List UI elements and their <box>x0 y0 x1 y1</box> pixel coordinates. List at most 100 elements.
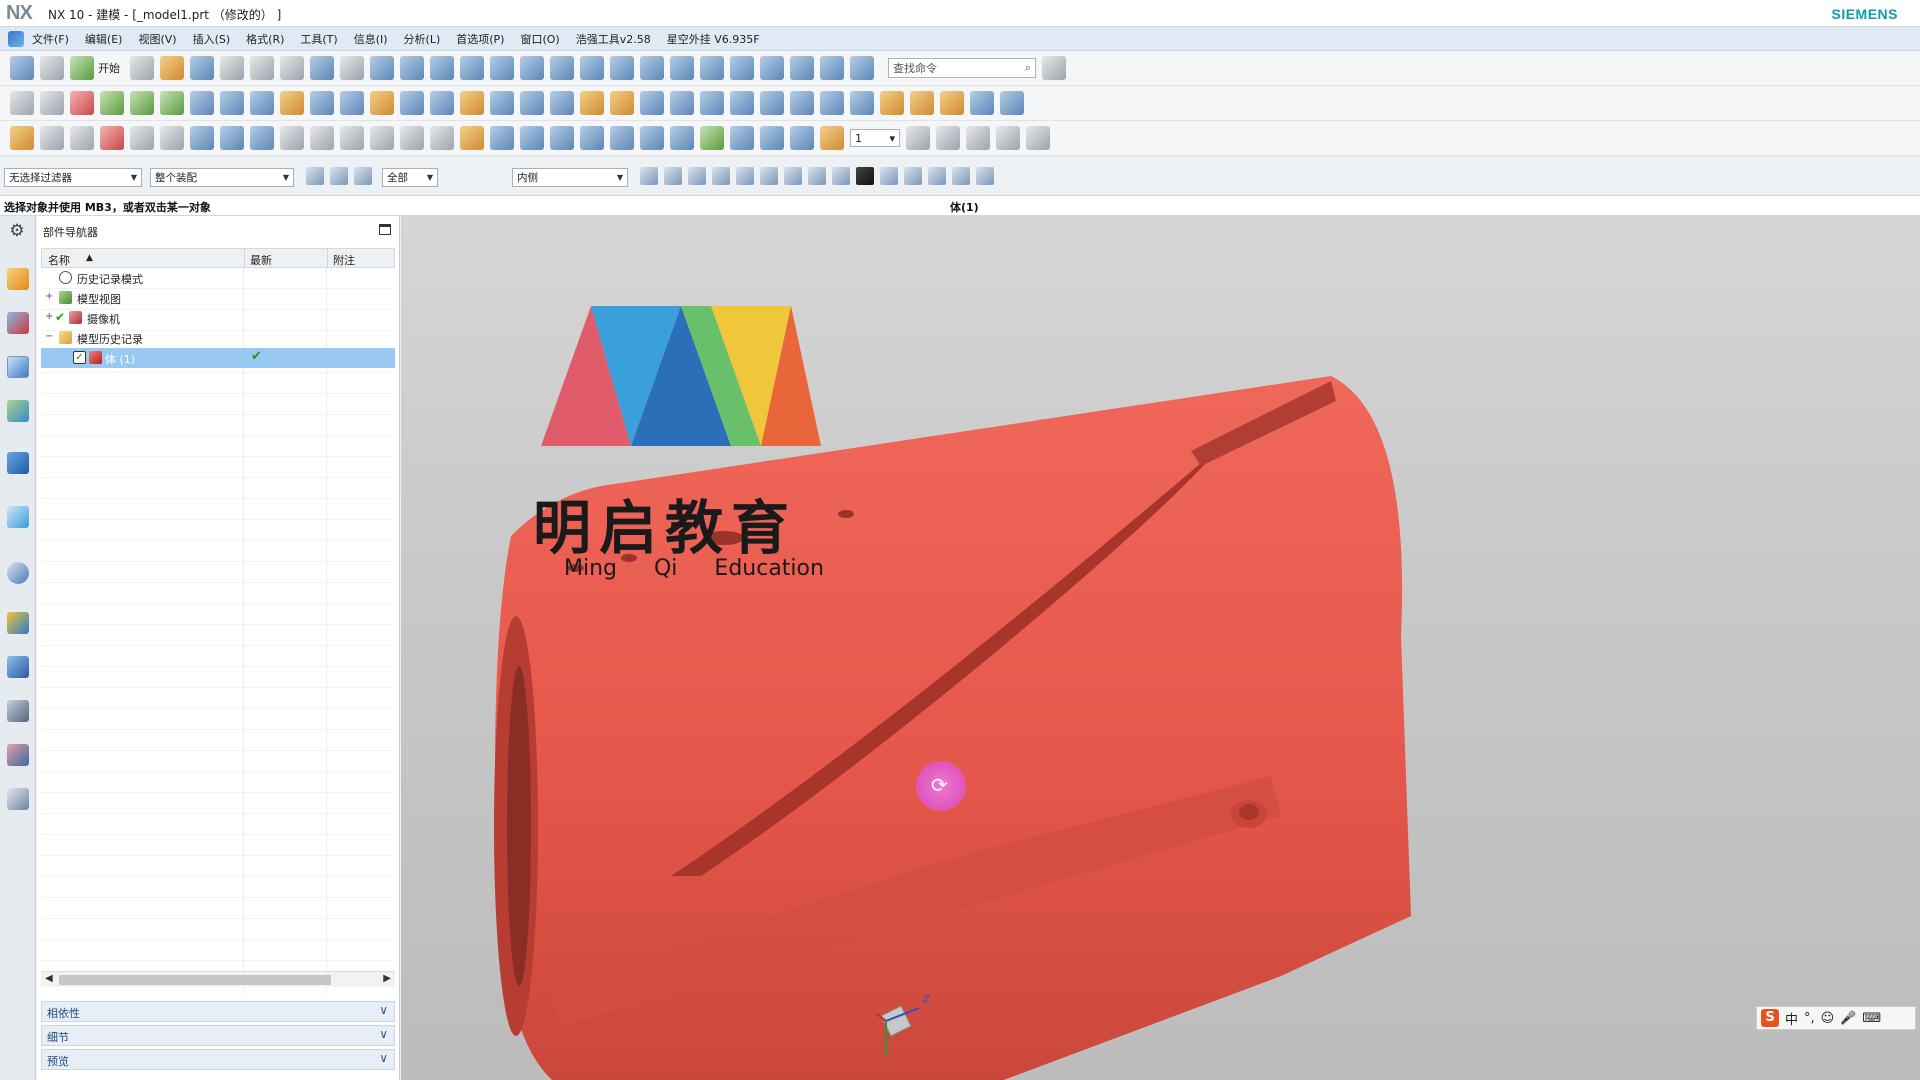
menu-window[interactable]: 窗口(O) <box>520 31 559 47</box>
roles-icon[interactable] <box>7 612 29 634</box>
menu-file[interactable]: 文件(F) <box>32 31 69 47</box>
snap-curve-icon[interactable] <box>928 167 946 185</box>
selection-scope-select[interactable]: 整个装配 ▼ <box>150 168 294 187</box>
mirror-icon[interactable] <box>610 91 634 115</box>
shaded-icon[interactable] <box>640 167 658 185</box>
start-button-label[interactable]: 开始 <box>98 60 120 76</box>
column-name[interactable]: 名称 <box>48 252 70 268</box>
search-icon[interactable] <box>1042 56 1066 80</box>
snap-mid-icon[interactable] <box>760 167 778 185</box>
column-latest[interactable]: 最新 <box>250 252 272 268</box>
ruler-icon[interactable] <box>790 56 814 80</box>
hole-icon[interactable] <box>130 91 154 115</box>
block-icon[interactable] <box>190 91 214 115</box>
snap-end-icon[interactable] <box>736 167 754 185</box>
work-layer-select[interactable]: 1 ▾ <box>850 129 900 147</box>
extrude-icon[interactable] <box>70 91 94 115</box>
trim-sheet-icon[interactable] <box>760 126 784 150</box>
constraint-navigator-icon[interactable] <box>7 312 29 334</box>
synchronous-3-icon[interactable] <box>940 91 964 115</box>
layout-icon[interactable] <box>40 56 64 80</box>
keyboard-icon[interactable]: ⌨ <box>1862 1011 1881 1026</box>
layer-settings-icon[interactable] <box>820 126 844 150</box>
menu-preferences[interactable]: 首选项(P) <box>456 31 504 47</box>
redo-icon[interactable] <box>340 56 364 80</box>
project-curve-icon[interactable] <box>340 126 364 150</box>
spline-icon[interactable] <box>220 126 244 150</box>
section-curve-icon[interactable] <box>490 126 514 150</box>
text-icon[interactable] <box>130 126 154 150</box>
expand-toggle[interactable]: + <box>45 311 53 322</box>
save-icon[interactable] <box>190 56 214 80</box>
snap-enable-icon[interactable] <box>712 167 730 185</box>
snap-intersect-icon[interactable] <box>808 167 826 185</box>
snap-existing-icon[interactable] <box>904 167 922 185</box>
align-2-icon[interactable] <box>850 56 874 80</box>
dependencies-panel[interactable]: 相依性 ∨ <box>41 1001 395 1022</box>
layer-icon[interactable] <box>790 126 814 150</box>
offset-icon[interactable] <box>640 91 664 115</box>
preview-panel[interactable]: 预览 ∨ <box>41 1049 395 1070</box>
tree-row-model-history[interactable]: − 模型历史记录 <box>41 328 395 348</box>
draft-icon[interactable] <box>490 91 514 115</box>
analysis-tool-icon[interactable] <box>730 56 754 80</box>
type-filter-select[interactable]: 无选择过滤器 ▼ <box>4 168 142 187</box>
cone-icon[interactable] <box>250 91 274 115</box>
curve-tool-7-icon[interactable] <box>610 56 634 80</box>
dimension-icon[interactable] <box>760 56 784 80</box>
sort-ascending-icon[interactable]: ▲ <box>86 253 93 263</box>
menu-insert[interactable]: 插入(S) <box>193 31 231 47</box>
tree-row-body-1[interactable]: ✓ 体 (1) ✔ <box>41 348 395 368</box>
column-note[interactable]: 附注 <box>333 252 355 268</box>
punctuation-icon[interactable]: °, <box>1804 1011 1815 1026</box>
extension-icon[interactable] <box>730 126 754 150</box>
scroll-left-icon[interactable]: ◀ <box>45 973 53 984</box>
curve-tool-2-icon[interactable] <box>460 56 484 80</box>
point-set-icon[interactable] <box>430 126 454 150</box>
trim-body-icon[interactable] <box>520 91 544 115</box>
scrollbar-thumb[interactable] <box>59 975 331 985</box>
snap-point-icon[interactable] <box>10 126 34 150</box>
details-panel[interactable]: 细节 ∨ <box>41 1025 395 1046</box>
chevron-down-icon[interactable]: ∨ <box>379 1051 388 1065</box>
shading-icon[interactable] <box>700 56 724 80</box>
delete-icon[interactable] <box>280 56 304 80</box>
box-icon[interactable] <box>688 167 706 185</box>
part-navigator-icon[interactable] <box>7 356 29 378</box>
intersect-icon[interactable] <box>370 91 394 115</box>
general-select-icon[interactable] <box>306 167 324 185</box>
paste-icon[interactable] <box>250 56 274 80</box>
horizontal-scrollbar[interactable]: ◀ ▶ <box>41 971 395 987</box>
menu-analysis[interactable]: 分析(L) <box>404 31 441 47</box>
menu-edit[interactable]: 编辑(E) <box>85 31 123 47</box>
move-to-layer-icon[interactable] <box>936 126 960 150</box>
n-sided-icon[interactable] <box>610 126 634 150</box>
delete-face-icon[interactable] <box>820 91 844 115</box>
column-divider[interactable] <box>327 249 328 267</box>
boss-icon[interactable] <box>160 91 184 115</box>
ime-mode-label[interactable]: 中 <box>1785 1009 1798 1028</box>
snap-face-icon[interactable] <box>952 167 970 185</box>
patch-icon[interactable] <box>730 91 754 115</box>
column-divider[interactable] <box>244 249 245 267</box>
tree-row-model-views[interactable]: + 模型视图 <box>41 288 395 308</box>
resize-face-icon[interactable] <box>850 91 874 115</box>
split-body-icon[interactable] <box>550 91 574 115</box>
ime-toolbar[interactable]: S 中 °, ☺ 🎤 ⌨ <box>1756 1006 1916 1030</box>
checkbox-checked-icon[interactable]: ✓ <box>73 351 86 364</box>
sew-icon[interactable] <box>700 91 724 115</box>
align-icon[interactable] <box>820 56 844 80</box>
sketch-2-icon[interactable] <box>40 91 64 115</box>
layer-stack-icon[interactable] <box>1026 126 1050 150</box>
tree-row-cameras[interactable]: + ✔ 摄像机 <box>41 308 395 328</box>
snap-control-icon[interactable] <box>784 167 802 185</box>
line-icon[interactable] <box>70 126 94 150</box>
menu-plugin-xingkong[interactable]: 星空外挂 V6.935F <box>667 31 760 47</box>
edge-blend-icon[interactable] <box>400 91 424 115</box>
rectangle-icon[interactable] <box>160 126 184 150</box>
through-curves-icon[interactable] <box>520 126 544 150</box>
sketch-icon[interactable] <box>10 91 34 115</box>
measure-icon[interactable] <box>370 56 394 80</box>
swept-icon[interactable] <box>580 126 604 150</box>
menu-info[interactable]: 信息(I) <box>354 31 388 47</box>
